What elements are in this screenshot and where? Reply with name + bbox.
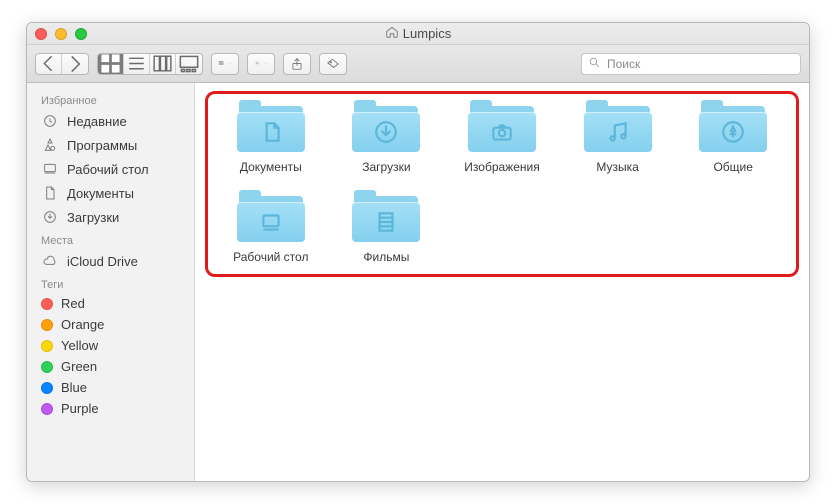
close-button[interactable] — [35, 28, 47, 40]
traffic-lights — [35, 28, 87, 40]
sidebar-item-label: Недавние — [67, 114, 127, 129]
content-area[interactable]: Документы Загрузки Изображения Музыка Общие Р… — [195, 83, 809, 481]
folder-icon — [235, 100, 307, 156]
window-title: Lumpics — [27, 25, 809, 42]
tag-dot-icon — [41, 403, 53, 415]
folder-item[interactable]: Общие — [680, 100, 786, 174]
view-mode-switcher — [97, 53, 203, 75]
document-icon — [41, 184, 59, 202]
sidebar-item-label: Orange — [61, 317, 104, 332]
sidebar-item-label: Red — [61, 296, 85, 311]
window-body: Избранное Недавние Программы Рабочий сто… — [27, 83, 809, 481]
action-menu-button[interactable] — [247, 53, 275, 75]
sidebar-heading-favorites: Избранное — [27, 89, 194, 109]
folder-item[interactable]: Рабочий стол — [218, 190, 324, 264]
sidebar-item-label: Blue — [61, 380, 87, 395]
search-placeholder: Поиск — [607, 57, 640, 71]
nav-buttons — [35, 53, 89, 75]
sidebar-tag-purple[interactable]: Purple — [27, 398, 194, 419]
zoom-button[interactable] — [75, 28, 87, 40]
sidebar-item-label: Рабочий стол — [67, 162, 149, 177]
sidebar-tag-red[interactable]: Red — [27, 293, 194, 314]
folder-icon — [697, 100, 769, 156]
minimize-button[interactable] — [55, 28, 67, 40]
view-gallery-button[interactable] — [176, 54, 202, 74]
sidebar: Избранное Недавние Программы Рабочий сто… — [27, 83, 195, 481]
tag-dot-icon — [41, 340, 53, 352]
tag-dot-icon — [41, 361, 53, 373]
sidebar-item-label: iCloud Drive — [67, 254, 138, 269]
sidebar-item-label: Программы — [67, 138, 137, 153]
search-field[interactable]: Поиск — [581, 53, 801, 75]
tag-dot-icon — [41, 382, 53, 394]
toolbar: Поиск — [27, 45, 809, 83]
sidebar-item-desktop[interactable]: Рабочий стол — [27, 157, 194, 181]
sidebar-tag-orange[interactable]: Orange — [27, 314, 194, 335]
desktop-icon — [41, 160, 59, 178]
tag-dot-icon — [41, 298, 53, 310]
folder-icon — [582, 100, 654, 156]
folder-icon — [235, 190, 307, 246]
download-icon — [41, 208, 59, 226]
sidebar-item-icloud[interactable]: iCloud Drive — [27, 249, 194, 273]
tags-button[interactable] — [319, 53, 347, 75]
sidebar-item-label: Green — [61, 359, 97, 374]
folder-item[interactable]: Фильмы — [334, 190, 440, 264]
folder-label: Загрузки — [362, 160, 410, 174]
sidebar-item-apps[interactable]: Программы — [27, 133, 194, 157]
folder-label: Документы — [240, 160, 302, 174]
sidebar-item-documents[interactable]: Документы — [27, 181, 194, 205]
folder-icon — [466, 100, 538, 156]
tag-dot-icon — [41, 319, 53, 331]
clock-icon — [41, 112, 59, 130]
group-by-button[interactable] — [211, 53, 239, 75]
sidebar-item-downloads[interactable]: Загрузки — [27, 205, 194, 229]
sidebar-tag-yellow[interactable]: Yellow — [27, 335, 194, 356]
share-button[interactable] — [283, 53, 311, 75]
folder-icon — [350, 190, 422, 246]
titlebar: Lumpics — [27, 23, 809, 45]
sidebar-heading-tags: Теги — [27, 273, 194, 293]
finder-window: Lumpics Поиск — [26, 22, 810, 482]
sidebar-item-label: Purple — [61, 401, 99, 416]
sidebar-item-label: Документы — [67, 186, 134, 201]
sidebar-tag-green[interactable]: Green — [27, 356, 194, 377]
folder-label: Общие — [713, 160, 752, 174]
forward-button[interactable] — [62, 54, 88, 74]
sidebar-item-recents[interactable]: Недавние — [27, 109, 194, 133]
sidebar-tag-blue[interactable]: Blue — [27, 377, 194, 398]
folder-label: Изображения — [464, 160, 539, 174]
folder-grid: Документы Загрузки Изображения Музыка Общие Р… — [218, 100, 786, 264]
search-icon — [588, 56, 601, 72]
sidebar-item-label: Загрузки — [67, 210, 119, 225]
folder-item[interactable]: Изображения — [449, 100, 555, 174]
sidebar-item-label: Yellow — [61, 338, 98, 353]
folder-label: Фильмы — [363, 250, 409, 264]
annotation-highlight: Документы Загрузки Изображения Музыка Общие Р… — [205, 91, 799, 277]
folder-item[interactable]: Музыка — [565, 100, 671, 174]
folder-label: Рабочий стол — [233, 250, 308, 264]
folder-item[interactable]: Загрузки — [334, 100, 440, 174]
apps-icon — [41, 136, 59, 154]
view-list-button[interactable] — [124, 54, 150, 74]
window-title-text: Lumpics — [403, 26, 451, 41]
view-columns-button[interactable] — [150, 54, 176, 74]
home-icon — [385, 25, 399, 42]
view-icons-button[interactable] — [98, 54, 124, 74]
folder-label: Музыка — [596, 160, 638, 174]
back-button[interactable] — [36, 54, 62, 74]
folder-icon — [350, 100, 422, 156]
folder-item[interactable]: Документы — [218, 100, 324, 174]
sidebar-heading-locations: Места — [27, 229, 194, 249]
cloud-icon — [41, 252, 59, 270]
